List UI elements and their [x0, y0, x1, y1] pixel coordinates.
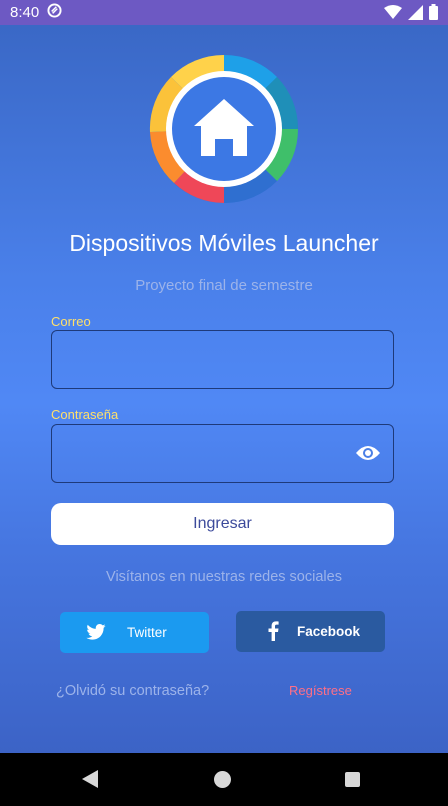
status-bar: 8:40	[0, 0, 448, 25]
recents-icon[interactable]	[345, 772, 360, 787]
register-link[interactable]: Regístrese	[289, 683, 352, 698]
status-time: 8:40	[10, 4, 40, 21]
password-label: Contraseña	[51, 407, 119, 422]
facebook-icon	[267, 621, 279, 644]
navigation-bar	[0, 753, 448, 806]
login-screen: Dispositivos Móviles Launcher Proyecto f…	[0, 25, 448, 753]
eye-icon[interactable]	[355, 444, 381, 467]
facebook-button[interactable]: Facebook	[236, 611, 385, 652]
sync-icon	[47, 3, 62, 22]
home-icon	[149, 54, 299, 204]
login-button[interactable]: Ingresar	[51, 503, 394, 545]
twitter-icon	[86, 624, 106, 643]
email-field[interactable]	[52, 331, 393, 388]
email-label: Correo	[51, 314, 91, 329]
social-prompt: Visítanos en nuestras redes sociales	[106, 569, 342, 585]
password-field[interactable]	[52, 425, 393, 482]
facebook-label: Facebook	[297, 624, 361, 639]
password-field-box	[51, 424, 394, 483]
wifi-icon	[384, 5, 402, 23]
back-icon[interactable]	[82, 770, 98, 793]
home-nav-icon[interactable]	[214, 771, 231, 788]
twitter-label: Twitter	[127, 625, 167, 640]
email-field-box	[51, 330, 394, 389]
app-title: Dispositivos Móviles Launcher	[69, 230, 379, 256]
app-subtitle: Proyecto final de semestre	[135, 277, 313, 294]
forgot-password-link[interactable]: ¿Olvidó su contraseña?	[56, 683, 209, 699]
signal-icon	[408, 4, 423, 24]
app-logo	[149, 54, 299, 204]
battery-icon	[429, 4, 438, 24]
twitter-button[interactable]: Twitter	[60, 612, 209, 653]
